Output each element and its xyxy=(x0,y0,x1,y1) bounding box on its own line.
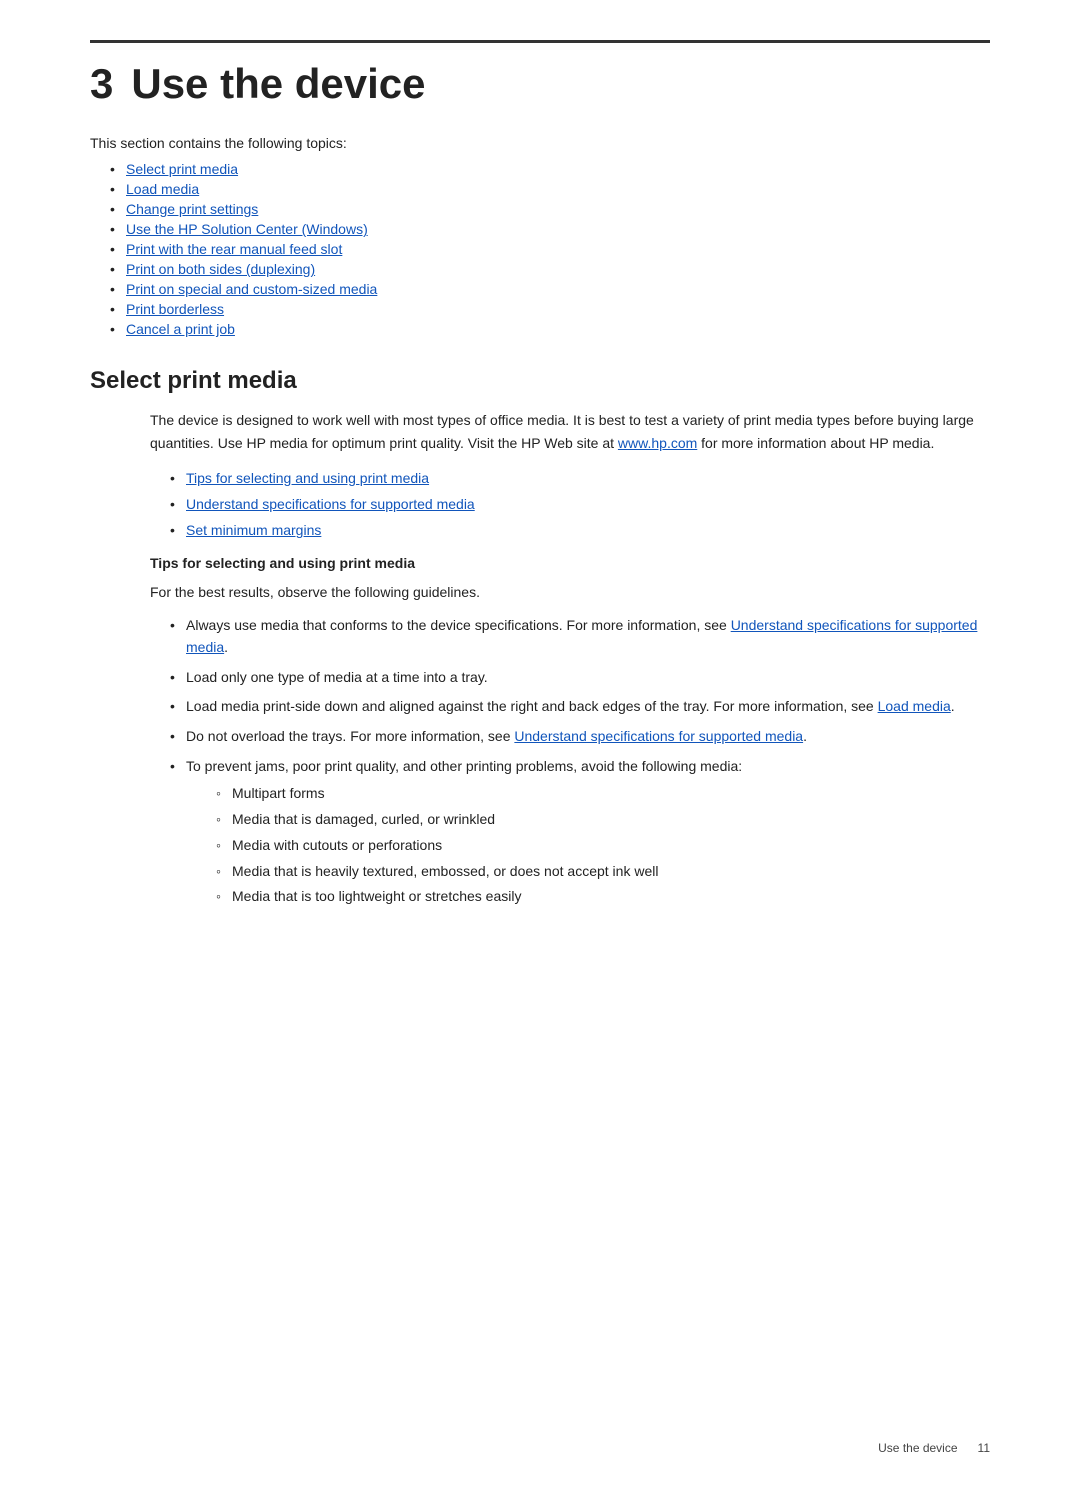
toc-link-hp-solution-center[interactable]: Use the HP Solution Center (Windows) xyxy=(126,221,368,237)
list-item: Select print media xyxy=(110,161,990,177)
toc-link-load-media[interactable]: Load media xyxy=(126,181,199,197)
bullet-text-3a: Load media print-side down and aligned a… xyxy=(186,698,878,714)
toc-link-change-print-settings[interactable]: Change print settings xyxy=(126,201,258,217)
link-margins[interactable]: Set minimum margins xyxy=(186,522,321,538)
nested-item-3: Media with cutouts or perforations xyxy=(232,837,442,853)
toc-list: Select print media Load media Change pri… xyxy=(110,161,990,337)
link-specs-3[interactable]: Understand specifications for supported … xyxy=(514,728,803,744)
tips-subsection-heading: Tips for selecting and using print media xyxy=(150,555,990,571)
intro-text: This section contains the following topi… xyxy=(90,135,990,151)
list-item: Tips for selecting and using print media xyxy=(170,468,990,489)
list-item: Print on special and custom-sized media xyxy=(110,281,990,297)
list-item: Load media print-side down and aligned a… xyxy=(170,696,990,718)
body-text-after: for more information about HP media. xyxy=(697,435,934,451)
list-item: Multipart forms xyxy=(216,783,990,805)
toc-link-select-print-media[interactable]: Select print media xyxy=(126,161,238,177)
list-item: Media that is heavily textured, embossed… xyxy=(216,861,990,883)
list-item: Print with the rear manual feed slot xyxy=(110,241,990,257)
select-print-media-body: The device is designed to work well with… xyxy=(150,409,990,454)
page-container: 3 Use the device This section contains th… xyxy=(0,0,1080,998)
select-print-media-heading: Select print media xyxy=(90,367,990,395)
chapter-title: Use the device xyxy=(131,60,425,107)
footer-chapter-title: Use the device xyxy=(878,1441,957,1455)
bullet-text-2: Load only one type of media at a time in… xyxy=(186,669,488,685)
toc-link-cancel-print[interactable]: Cancel a print job xyxy=(126,321,235,337)
toc-link-special-media[interactable]: Print on special and custom-sized media xyxy=(126,281,377,297)
link-load-media-2[interactable]: Load media xyxy=(878,698,951,714)
bullet-text-4b: . xyxy=(803,728,807,744)
hp-com-link[interactable]: www.hp.com xyxy=(618,435,697,451)
list-item: Change print settings xyxy=(110,201,990,217)
page-footer: Use the device 11 xyxy=(878,1441,990,1455)
list-item: Always use media that conforms to the de… xyxy=(170,615,990,658)
nested-item-5: Media that is too lightweight or stretch… xyxy=(232,888,521,904)
nested-avoid-list: Multipart forms Media that is damaged, c… xyxy=(216,783,990,907)
footer-page-number: 11 xyxy=(978,1441,990,1455)
list-item: Cancel a print job xyxy=(110,321,990,337)
link-tips[interactable]: Tips for selecting and using print media xyxy=(186,470,429,486)
list-item: Load only one type of media at a time in… xyxy=(170,667,990,689)
list-item: Print on both sides (duplexing) xyxy=(110,261,990,277)
toc-link-duplexing[interactable]: Print on both sides (duplexing) xyxy=(126,261,315,277)
bullet-text-1a: Always use media that conforms to the de… xyxy=(186,617,731,633)
link-specs[interactable]: Understand specifications for supported … xyxy=(186,496,475,512)
bullet-text-5: To prevent jams, poor print quality, and… xyxy=(186,758,742,774)
nested-item-1: Multipart forms xyxy=(232,785,325,801)
tips-bullet-list: Always use media that conforms to the de… xyxy=(170,615,990,908)
bullet-text-4a: Do not overload the trays. For more info… xyxy=(186,728,514,744)
bullet-text-3b: . xyxy=(951,698,955,714)
chapter-heading: 3 Use the device xyxy=(90,61,990,107)
toc-link-rear-manual-feed[interactable]: Print with the rear manual feed slot xyxy=(126,241,342,257)
list-item: Understand specifications for supported … xyxy=(170,494,990,515)
list-item: Media that is too lightweight or stretch… xyxy=(216,886,990,908)
select-sub-list: Tips for selecting and using print media… xyxy=(170,468,990,541)
list-item: To prevent jams, poor print quality, and… xyxy=(170,756,990,908)
chapter-number: 3 xyxy=(90,60,113,107)
bullet-text-1b: . xyxy=(224,639,228,655)
list-item: Set minimum margins xyxy=(170,520,990,541)
list-item: Media that is damaged, curled, or wrinkl… xyxy=(216,809,990,831)
top-border xyxy=(90,40,990,43)
guidelines-text: For the best results, observe the follow… xyxy=(150,581,990,603)
list-item: Do not overload the trays. For more info… xyxy=(170,726,990,748)
list-item: Print borderless xyxy=(110,301,990,317)
list-item: Media with cutouts or perforations xyxy=(216,835,990,857)
toc-link-print-borderless[interactable]: Print borderless xyxy=(126,301,224,317)
list-item: Load media xyxy=(110,181,990,197)
nested-item-2: Media that is damaged, curled, or wrinkl… xyxy=(232,811,495,827)
list-item: Use the HP Solution Center (Windows) xyxy=(110,221,990,237)
nested-item-4: Media that is heavily textured, embossed… xyxy=(232,863,658,879)
